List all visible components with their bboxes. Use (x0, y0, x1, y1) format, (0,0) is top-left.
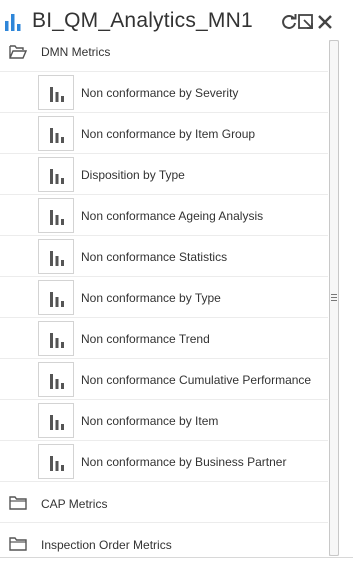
bar-chart-icon (5, 14, 21, 31)
divider (0, 557, 353, 558)
report-item[interactable]: Non conformance by Type (0, 277, 328, 318)
report-item[interactable]: Non conformance by Business Partner (0, 441, 328, 482)
bar-chart-icon (50, 87, 64, 102)
bar-chart-icon (50, 210, 64, 225)
report-thumbnail (38, 116, 74, 151)
report-item[interactable]: Non conformance by Severity (0, 72, 328, 113)
report-thumbnail (38, 444, 74, 479)
folder-open-icon (9, 45, 27, 59)
folder-icon (9, 496, 27, 510)
report-item[interactable]: Non conformance Statistics (0, 236, 328, 277)
bar-chart-icon (50, 251, 64, 266)
report-label: Non conformance by Item Group (81, 127, 256, 141)
report-thumbnail (38, 280, 74, 315)
folder-cap-metrics[interactable]: CAP Metrics (0, 482, 328, 523)
bar-chart-icon (50, 128, 64, 143)
report-item[interactable]: Non conformance by Item (0, 400, 328, 441)
app-title: BI_QM_Analytics_MN1 (32, 9, 253, 32)
bar-chart-icon (50, 374, 64, 389)
refresh-icon[interactable] (280, 13, 298, 31)
report-label: Disposition by Type (81, 168, 185, 182)
close-icon[interactable] (316, 13, 334, 31)
folder-icon (9, 537, 27, 551)
bar-chart-icon (50, 333, 64, 348)
report-label: Non conformance Cumulative Performance (81, 373, 312, 387)
folder-inspection-order-metrics[interactable]: Inspection Order Metrics (0, 523, 328, 558)
report-item[interactable]: Non conformance Cumulative Performance (0, 359, 328, 400)
report-thumbnail (38, 403, 74, 438)
report-thumbnail (38, 239, 74, 274)
report-label: Non conformance Trend (81, 332, 210, 346)
report-thumbnail (38, 198, 74, 233)
report-label: Non conformance by Severity (81, 86, 239, 100)
report-thumbnail (38, 157, 74, 192)
folder-label: Inspection Order Metrics (41, 538, 172, 552)
report-thumbnail (38, 75, 74, 110)
scrollbar-grip[interactable] (331, 294, 337, 304)
folder-dmn-metrics[interactable]: DMN Metrics (0, 38, 328, 72)
bar-chart-icon (50, 292, 64, 307)
report-item[interactable]: Disposition by Type (0, 154, 328, 195)
folder-label: CAP Metrics (41, 497, 108, 511)
bar-chart-icon (50, 415, 64, 430)
report-item[interactable]: Non conformance by Item Group (0, 113, 328, 154)
metrics-tree: DMN Metrics Non conformance by Severity … (0, 38, 328, 558)
report-label: Non conformance Ageing Analysis (81, 209, 264, 223)
report-label: Non conformance by Item (81, 414, 219, 428)
popout-icon[interactable] (297, 13, 315, 31)
folder-label: DMN Metrics (41, 45, 111, 59)
report-label: Non conformance Statistics (81, 250, 228, 264)
bar-chart-icon (50, 456, 64, 471)
report-thumbnail (38, 321, 74, 356)
report-item[interactable]: Non conformance Ageing Analysis (0, 195, 328, 236)
bar-chart-icon (50, 169, 64, 184)
report-label: Non conformance by Type (81, 291, 221, 305)
report-thumbnail (38, 362, 74, 397)
report-label: Non conformance by Business Partner (81, 455, 287, 469)
report-item[interactable]: Non conformance Trend (0, 318, 328, 359)
